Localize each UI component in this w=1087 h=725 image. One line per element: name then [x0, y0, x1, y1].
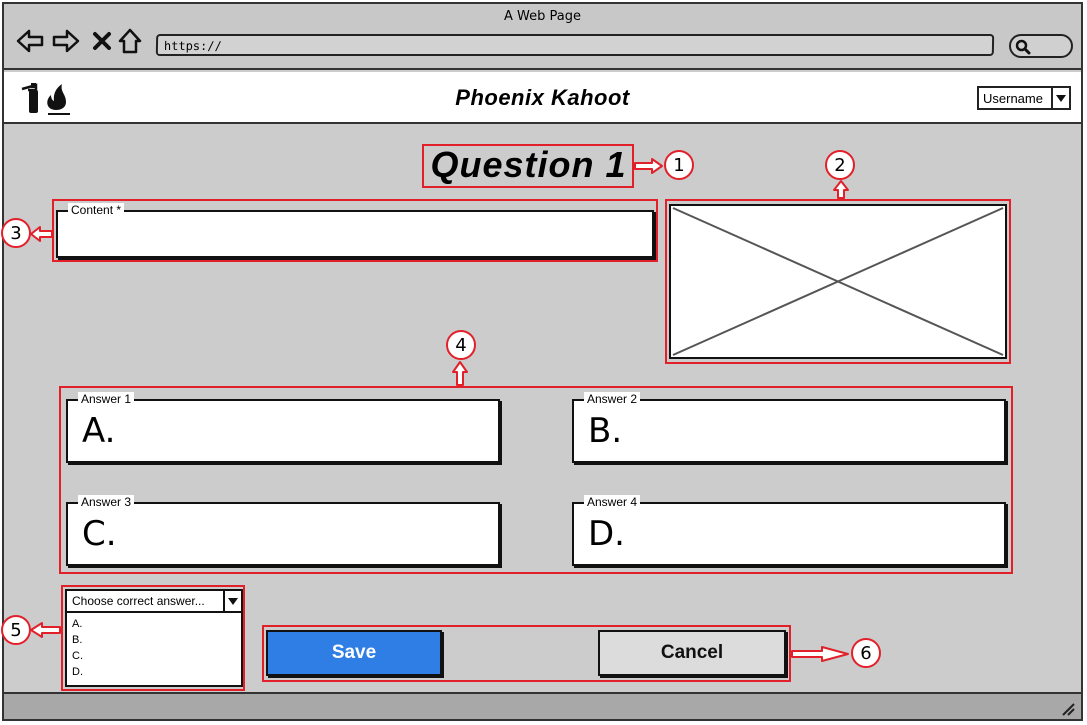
annotation-marker-5: 5 [1, 615, 31, 645]
annotation-arrow-5 [30, 622, 61, 638]
annotation-marker-2: 2 [825, 150, 855, 180]
annotation-arrow-6 [791, 646, 849, 662]
annotation-arrow-2 [833, 180, 849, 199]
annotation-arrows [30, 158, 849, 662]
annotation-arrow-1 [634, 158, 663, 174]
annotation-marker-4: 4 [446, 330, 476, 360]
annotation-marker-1: 1 [664, 150, 694, 180]
annotation-arrow-4 [452, 361, 468, 386]
annotation-marker-3: 3 [1, 218, 31, 248]
resize-grip-icon[interactable] [1061, 702, 1075, 716]
status-bar [4, 692, 1081, 719]
annotation-arrow-3 [30, 226, 53, 242]
annotation-marker-6: 6 [851, 638, 881, 668]
